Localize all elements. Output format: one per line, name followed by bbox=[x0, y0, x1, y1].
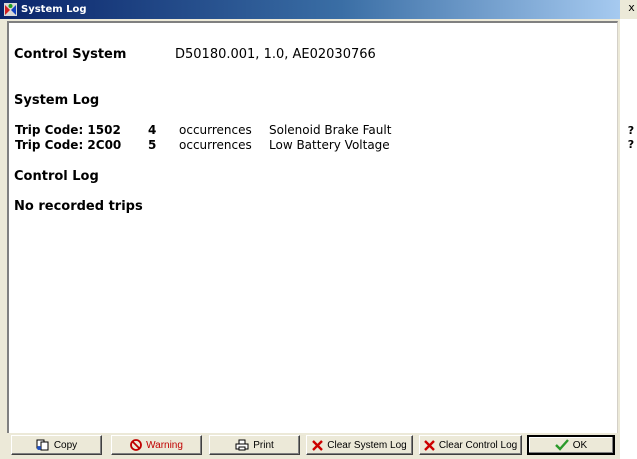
print-button[interactable]: Print bbox=[209, 435, 300, 455]
copy-label: Copy bbox=[53, 439, 78, 451]
copy-icon bbox=[36, 439, 49, 451]
copy-button[interactable]: Copy bbox=[11, 435, 102, 455]
no-trips-text: No recorded trips bbox=[14, 199, 143, 214]
trip-count: 5 bbox=[148, 138, 157, 152]
trip-description: Low Battery Voltage bbox=[269, 138, 390, 152]
trip-count: 4 bbox=[148, 123, 157, 137]
title-bar[interactable]: System Log bbox=[0, 0, 620, 19]
control-system-value: D50180.001, 1.0, AE02030766 bbox=[175, 47, 376, 62]
trip-code: Trip Code: 1502 bbox=[15, 123, 121, 137]
close-icon[interactable]: x bbox=[626, 1, 637, 15]
trip-occurrences: occurrences bbox=[179, 138, 252, 152]
control-log-heading: Control Log bbox=[14, 169, 99, 184]
clear-system-log-button[interactable]: Clear System Log bbox=[306, 435, 413, 455]
clear-system-log-label: Clear System Log bbox=[327, 439, 407, 451]
printer-icon bbox=[235, 439, 249, 451]
side-strip bbox=[620, 19, 637, 459]
print-label: Print bbox=[253, 439, 274, 451]
window-title: System Log bbox=[21, 4, 87, 15]
app-icon bbox=[4, 3, 17, 16]
ok-label: OK bbox=[572, 439, 588, 451]
prohibited-icon bbox=[130, 439, 142, 451]
system-log-window: System Log x ? ? Control System D50180.0… bbox=[0, 0, 637, 459]
clear-control-log-label: Clear Control Log bbox=[438, 439, 518, 451]
button-bar: Copy Warning Print Clear System Log Clea… bbox=[0, 433, 620, 459]
help-icon[interactable]: ? bbox=[626, 124, 636, 137]
log-content-pane: Control System D50180.001, 1.0, AE020307… bbox=[7, 21, 618, 434]
trip-description: Solenoid Brake Fault bbox=[269, 123, 392, 137]
trip-occurrences: occurrences bbox=[179, 123, 252, 137]
warning-button[interactable]: Warning bbox=[111, 435, 202, 455]
system-log-heading: System Log bbox=[14, 93, 100, 108]
checkmark-icon bbox=[554, 439, 569, 451]
help-icon[interactable]: ? bbox=[626, 138, 636, 151]
warning-label: Warning bbox=[146, 439, 183, 451]
red-x-icon bbox=[312, 439, 324, 451]
clear-control-log-button[interactable]: Clear Control Log bbox=[419, 435, 522, 455]
control-system-label: Control System bbox=[14, 47, 127, 62]
ok-button[interactable]: OK bbox=[527, 435, 615, 455]
trip-code: Trip Code: 2C00 bbox=[15, 138, 122, 152]
red-x-icon bbox=[423, 439, 435, 451]
